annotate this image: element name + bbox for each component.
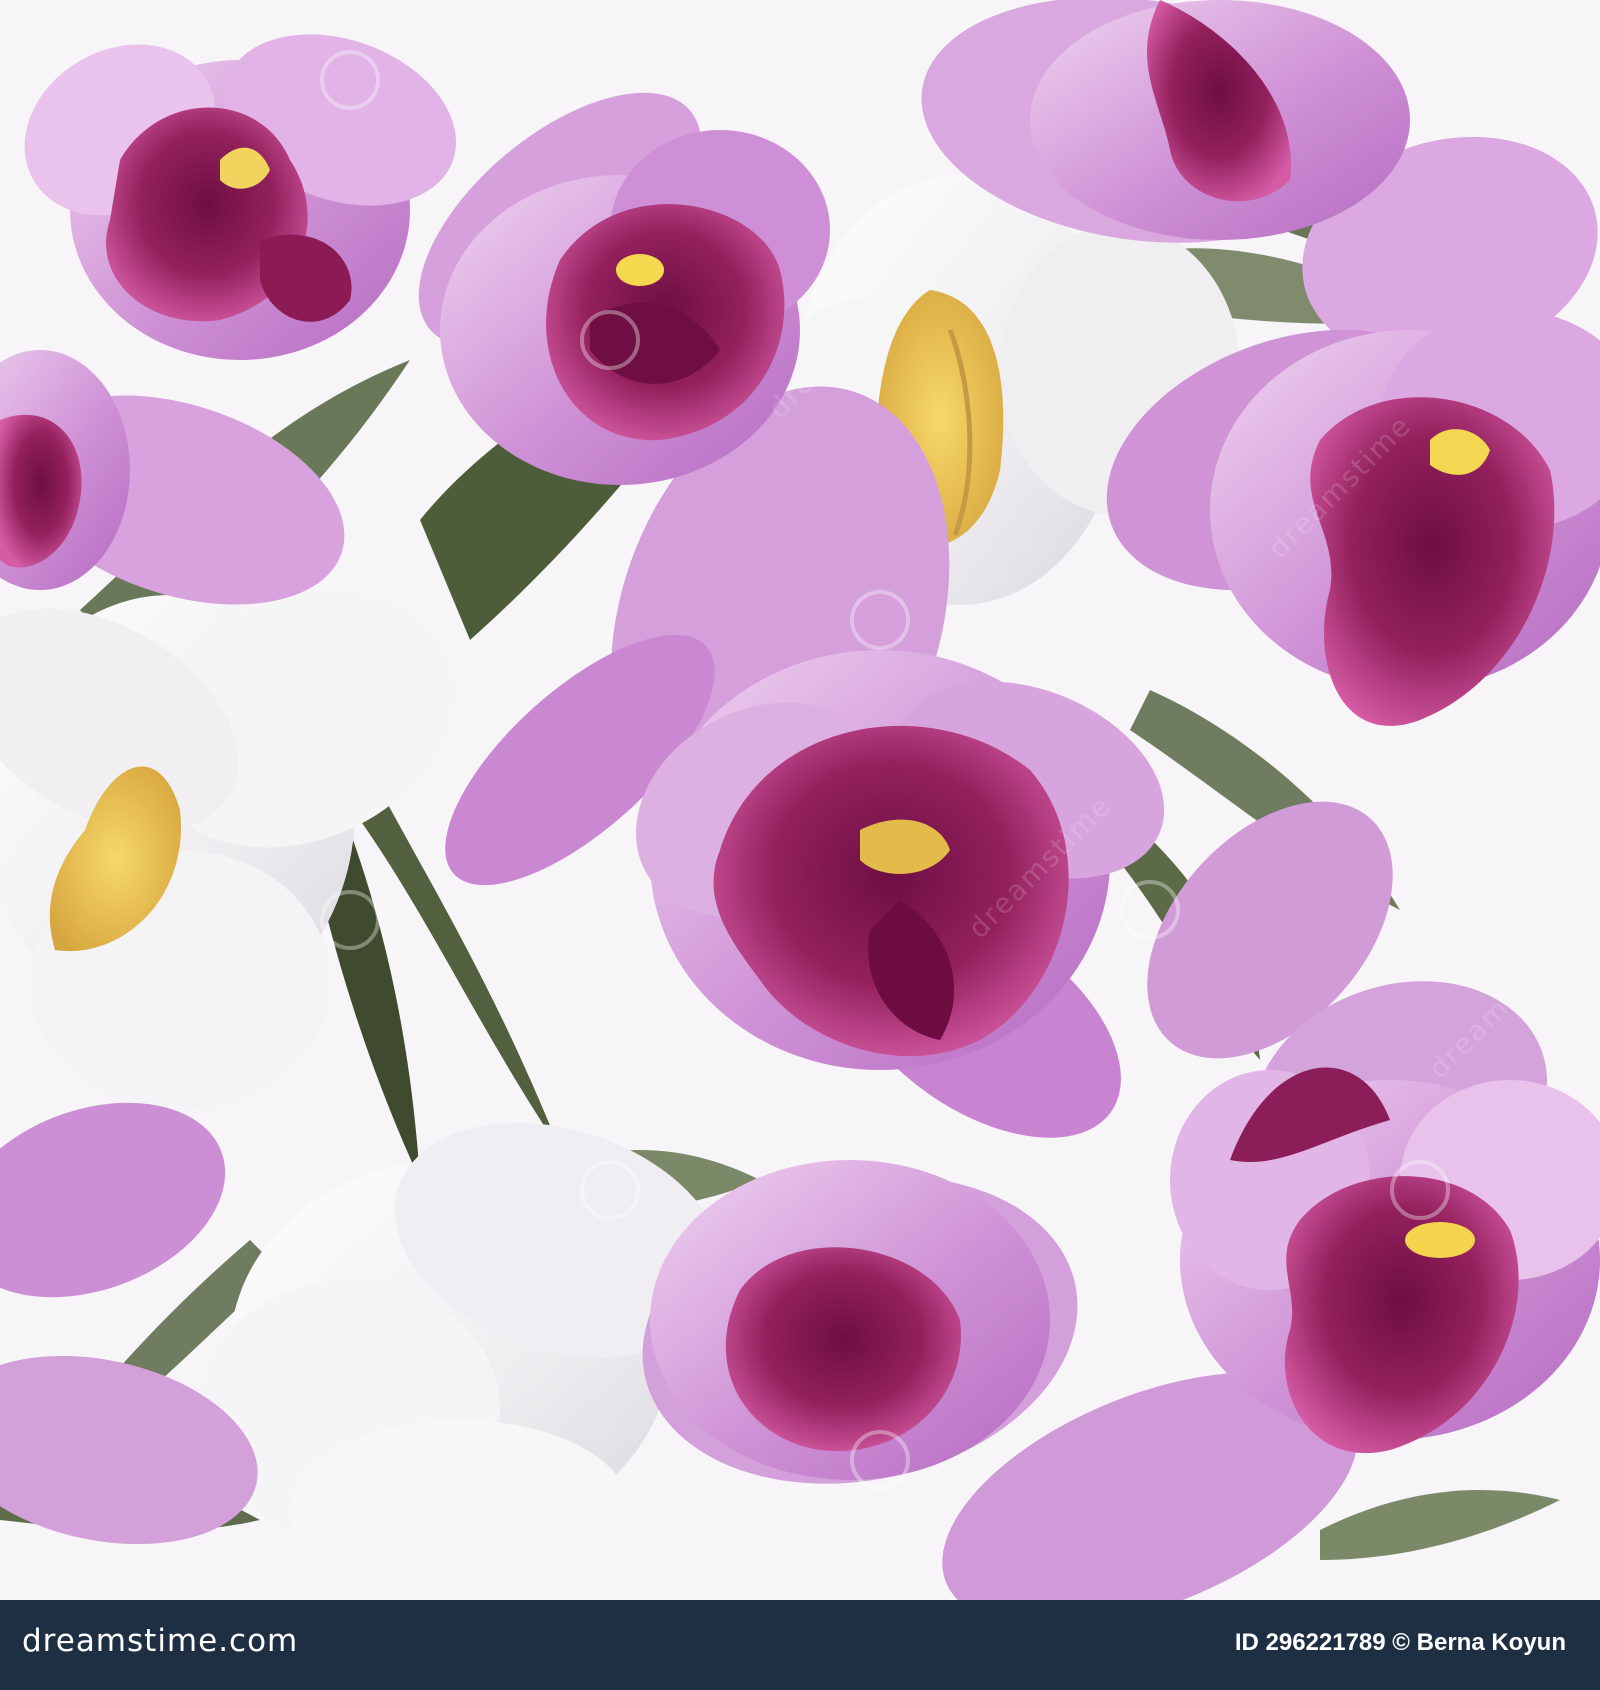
dreamstime-logo-text: dreamstime.com: [22, 1623, 299, 1659]
orchid-pattern-artwork: dreamstime dreamstime dreamstime dreamst…: [0, 0, 1600, 1600]
image-id-credit: ID 296221789 © Berna Koyun: [1234, 1629, 1566, 1656]
white-orchid-left: [0, 592, 455, 1110]
stock-image-frame: dreamstime dreamstime dreamstime dreamst…: [0, 0, 1600, 1690]
orchid-pattern-svg: dreamstime dreamstime dreamstime dreamst…: [0, 0, 1600, 1600]
purple-orchid-top-right: [1030, 0, 1410, 240]
purple-orchid-top-left: [24, 34, 457, 360]
purple-orchid-bottom-center: [650, 1160, 1050, 1480]
image-credit-footer: dreamstime.com ID 296221789 © Berna Koyu…: [0, 1600, 1600, 1690]
